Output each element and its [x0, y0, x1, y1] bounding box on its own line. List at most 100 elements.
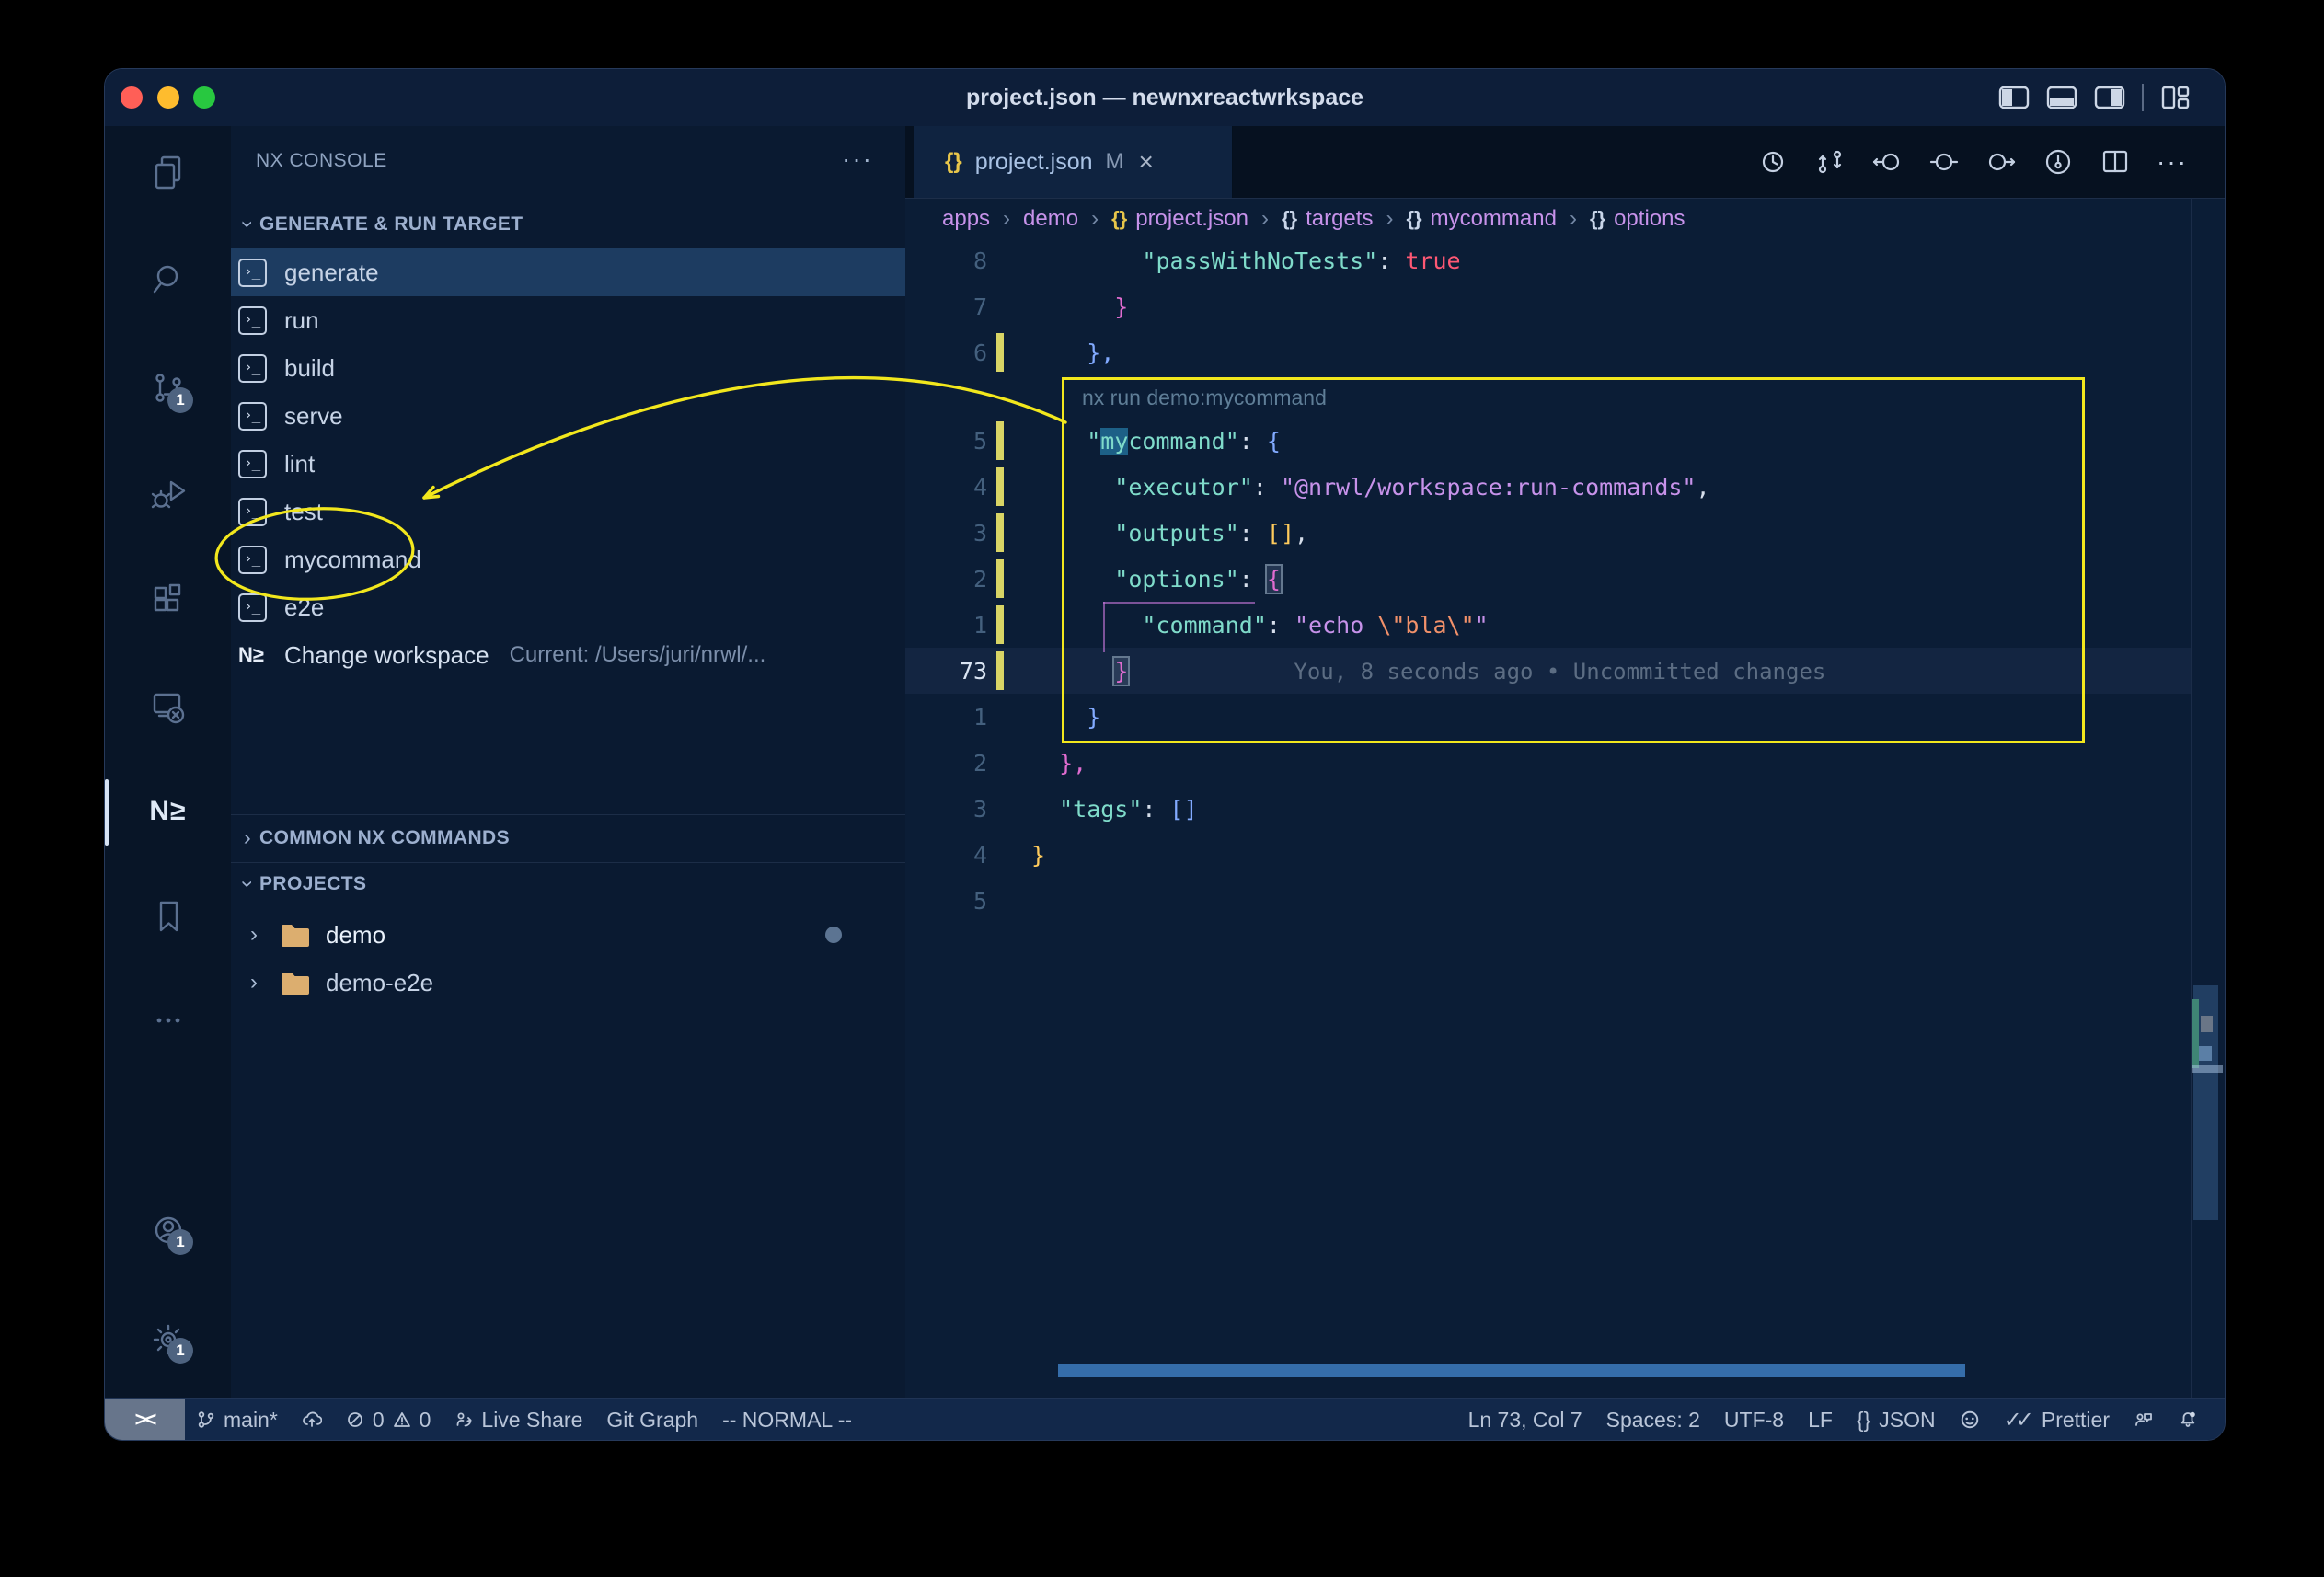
- sidebar-item-search[interactable]: [105, 252, 231, 307]
- sidebar-item-serve[interactable]: ›_ serve: [231, 392, 905, 440]
- change-icon[interactable]: [1928, 148, 1960, 176]
- accounts-button[interactable]: 1: [105, 1203, 231, 1259]
- code-line[interactable]: 5: [905, 878, 2191, 924]
- sidebar-item-bookmarks[interactable]: [105, 889, 231, 944]
- token: [1031, 658, 1114, 685]
- status-indentation[interactable]: Spaces: 2: [1594, 1399, 1712, 1441]
- compare-changes-icon[interactable]: [1814, 148, 1846, 176]
- toggle-sidebar-left-icon[interactable]: [1998, 86, 2030, 109]
- code-line[interactable]: 4 "executor": "@nrwl/workspace:run-comma…: [905, 464, 2191, 510]
- code-area[interactable]: 8 "passWithNoTests": true7 }6 },nx run d…: [905, 237, 2191, 924]
- encoding: UTF-8: [1724, 1408, 1784, 1433]
- section-generate-run-target[interactable]: › GENERATE & RUN TARGET: [231, 204, 905, 245]
- sidebar-item-generate[interactable]: ›_generate: [231, 248, 905, 296]
- branch-icon: [197, 1410, 215, 1429]
- toggle-panel-icon[interactable]: [2046, 86, 2077, 109]
- status-live-share[interactable]: Live Share: [443, 1399, 594, 1441]
- code-line[interactable]: nx run demo:mycommand: [905, 375, 2191, 418]
- settings-button[interactable]: 1: [105, 1312, 231, 1367]
- status-language[interactable]: {} JSON: [1845, 1399, 1948, 1441]
- code-line[interactable]: 5 "mycommand": {: [905, 418, 2191, 464]
- token: command": [1128, 428, 1238, 455]
- terminal-icon: ›_: [238, 306, 267, 335]
- chevron-down-icon: ›: [235, 213, 260, 236]
- customize-layout-icon[interactable]: [2160, 85, 2192, 110]
- sidebar-item-more[interactable]: [105, 993, 231, 1048]
- breadcrumb-item-options[interactable]: {}options: [1590, 206, 1685, 232]
- previous-change-icon[interactable]: [1870, 148, 1904, 176]
- status-copilot[interactable]: [1948, 1399, 1992, 1441]
- code-line[interactable]: 2 },: [905, 740, 2191, 786]
- terminal-icon: ›_: [238, 402, 267, 431]
- chevron-right-icon[interactable]: ›: [250, 970, 270, 996]
- sidebar-item-remote-explorer[interactable]: [105, 680, 231, 735]
- section-label: PROJECTS: [259, 873, 366, 895]
- breadcrumb-separator: ›: [1386, 206, 1393, 232]
- code-line[interactable]: 1 "command": "echo \"bla\"": [905, 602, 2191, 648]
- sidebar-item-test[interactable]: ›_test: [231, 488, 905, 535]
- code-line[interactable]: 2 "options": {: [905, 556, 2191, 602]
- sidebar-item-demo[interactable]: ›demo: [231, 911, 905, 959]
- close-tab-icon[interactable]: ×: [1139, 149, 1154, 175]
- code-line[interactable]: 73 }You, 8 seconds ago • Uncommitted cha…: [905, 648, 2191, 694]
- sidebar-item-explorer[interactable]: [105, 146, 231, 201]
- sidebar-item-e2e[interactable]: ›_e2e: [231, 583, 905, 631]
- line-number: 2: [905, 566, 987, 593]
- token: ,: [1294, 520, 1308, 547]
- next-change-icon[interactable]: [1985, 148, 2018, 176]
- target-label: serve: [284, 402, 343, 431]
- code-line[interactable]: 4}: [905, 832, 2191, 878]
- sidebar-item-build[interactable]: ›_build: [231, 344, 905, 392]
- sidebar-item-source-control[interactable]: 1: [105, 362, 231, 417]
- toggle-sidebar-right-icon[interactable]: [2094, 86, 2125, 109]
- sidebar-item-lint[interactable]: ›_lint: [231, 440, 905, 488]
- status-git-graph[interactable]: Git Graph: [594, 1399, 710, 1441]
- formatter-label: Prettier: [2042, 1408, 2110, 1433]
- braces-icon: {}: [1406, 207, 1421, 230]
- section-common-nx-commands[interactable]: › COMMON NX COMMANDS: [231, 818, 905, 858]
- status-formatter[interactable]: ✓✓ Prettier: [1992, 1399, 2122, 1441]
- breadcrumb-item-mycommand[interactable]: {}mycommand: [1406, 206, 1557, 232]
- sidebar-more-actions-icon[interactable]: ···: [842, 139, 873, 183]
- horizontal-scrollbar[interactable]: [1058, 1364, 1965, 1377]
- breadcrumb: apps›demo›{}project.json›{}targets›{}myc…: [905, 198, 2225, 240]
- status-cursor-position[interactable]: Ln 73, Col 7: [1456, 1399, 1594, 1441]
- sidebar-item-demo-e2e[interactable]: ›demo-e2e: [231, 959, 905, 1007]
- sidebar-item-mycommand[interactable]: ›_mycommand: [231, 535, 905, 583]
- breadcrumb-item-apps[interactable]: apps: [942, 206, 990, 232]
- sidebar-item-nx-console[interactable]: N≥: [105, 784, 231, 839]
- status-eol[interactable]: LF: [1796, 1399, 1845, 1441]
- code-line[interactable]: 3 "tags": []: [905, 786, 2191, 832]
- status-notifications[interactable]: [2166, 1399, 2210, 1441]
- sidebar-item-run-debug[interactable]: [105, 466, 231, 522]
- git-commit-icon[interactable]: [2042, 147, 2074, 177]
- code-line[interactable]: 6 },: [905, 329, 2191, 375]
- timeline-history-icon[interactable]: [1758, 148, 1789, 176]
- breadcrumb-item-demo[interactable]: demo: [1023, 206, 1078, 232]
- chevron-right-icon[interactable]: ›: [250, 922, 270, 948]
- sidebar-item-change-workspace[interactable]: N≥ Change workspace Current: /Users/juri…: [231, 631, 905, 679]
- status-feedback[interactable]: [2122, 1399, 2166, 1441]
- section-projects[interactable]: › PROJECTS: [231, 864, 905, 904]
- source-control-badge: 1: [167, 387, 193, 413]
- sidebar-item-run[interactable]: ›_run: [231, 296, 905, 344]
- tab-project-json[interactable]: {} project.json M ×: [914, 126, 1233, 198]
- status-encoding[interactable]: UTF-8: [1712, 1399, 1796, 1441]
- status-vim-mode[interactable]: -- NORMAL --: [710, 1399, 864, 1441]
- split-editor-icon[interactable]: [2099, 148, 2132, 176]
- sidebar-item-extensions[interactable]: [105, 573, 231, 628]
- status-sync[interactable]: [290, 1399, 334, 1441]
- code-line[interactable]: 8 "passWithNoTests": true: [905, 237, 2191, 283]
- json-file-icon: {}: [945, 149, 962, 175]
- status-problems[interactable]: 0 0: [334, 1399, 443, 1441]
- breadcrumb-item-targets[interactable]: {}targets: [1282, 206, 1374, 232]
- target-label: e2e: [284, 593, 324, 622]
- editor-more-actions-icon[interactable]: ···: [2157, 147, 2188, 177]
- breadcrumb-item-project-json[interactable]: {}project.json: [1111, 206, 1248, 232]
- code-line[interactable]: 1 }: [905, 694, 2191, 740]
- code-line[interactable]: 3 "outputs": [],: [905, 510, 2191, 556]
- status-branch[interactable]: main*: [185, 1399, 290, 1441]
- code-line[interactable]: 7 }: [905, 283, 2191, 329]
- terminal-icon: ›_: [238, 450, 267, 478]
- remote-indicator[interactable]: ><: [105, 1399, 185, 1441]
